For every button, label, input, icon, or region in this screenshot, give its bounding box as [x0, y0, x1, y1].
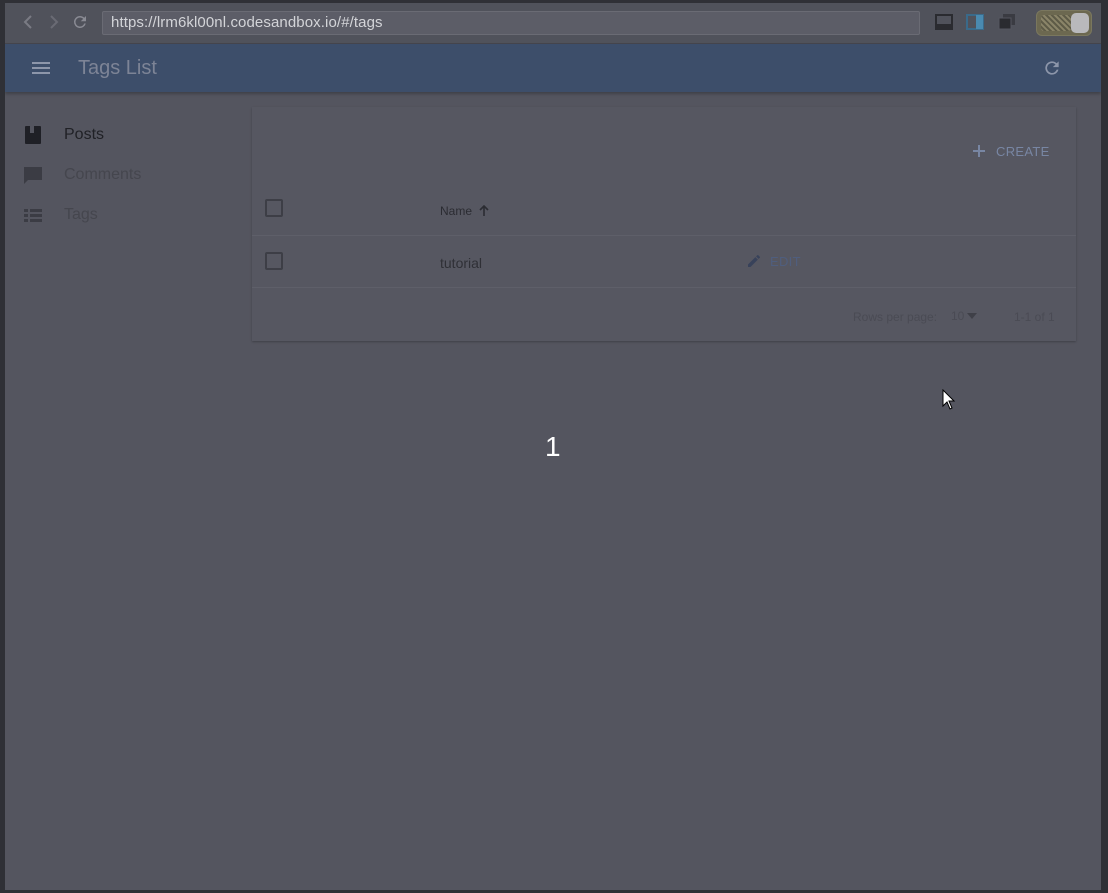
- chat-bubble-icon: [24, 167, 42, 184]
- browser-toolbar: https://lrm6kl00nl.codesandbox.io/#/tags: [5, 3, 1101, 44]
- arrow-up-icon: [479, 205, 489, 216]
- book-icon: [25, 126, 41, 144]
- divider: [252, 287, 1076, 288]
- pagination-range: 1-1 of 1: [1014, 310, 1055, 324]
- rows-per-page-select[interactable]: 10: [951, 309, 978, 323]
- edit-button-label: EDIT: [770, 253, 801, 269]
- window-copy-icon[interactable]: [998, 13, 1016, 31]
- sidebar-item-comments[interactable]: Comments: [23, 163, 141, 187]
- plus-icon: [973, 145, 985, 157]
- forward-button[interactable]: [45, 13, 63, 31]
- create-button-label: CREATE: [996, 143, 1050, 159]
- browser-window: https://lrm6kl00nl.codesandbox.io/#/tags…: [5, 3, 1101, 890]
- refresh-button[interactable]: [1042, 58, 1062, 78]
- sidebar-item-label: Posts: [64, 126, 105, 143]
- chevron-right-icon: [50, 15, 59, 29]
- extension-toggle[interactable]: [1036, 10, 1092, 36]
- page-title: Tags List: [78, 57, 157, 79]
- sidebar-item-label: Tags: [64, 206, 98, 223]
- app-bar: Tags List: [5, 44, 1101, 92]
- chevron-left-icon: [23, 15, 32, 29]
- divider: [252, 235, 1076, 236]
- tags-list-card: CREATE Name tutorial EDIT Rows per page:…: [252, 107, 1076, 341]
- rows-per-page-value: 10: [951, 309, 965, 323]
- reload-button[interactable]: [71, 13, 89, 31]
- rows-per-page-label: Rows per page:: [853, 310, 938, 324]
- row-checkbox[interactable]: [265, 252, 283, 270]
- dropdown-arrow-icon: [967, 313, 978, 319]
- select-all-checkbox[interactable]: [265, 199, 283, 217]
- sidebar-item-tags[interactable]: Tags: [23, 203, 98, 227]
- mouse-cursor-icon: [942, 389, 956, 410]
- dock-side-icon[interactable]: [966, 13, 984, 31]
- reload-icon: [73, 15, 86, 28]
- sidebar-item-label: Comments: [64, 166, 142, 183]
- list-icon: [24, 209, 42, 222]
- row-name-cell: tutorial: [440, 255, 483, 271]
- refresh-icon: [1045, 61, 1059, 75]
- url-input[interactable]: https://lrm6kl00nl.codesandbox.io/#/tags: [102, 11, 920, 35]
- column-header-label: Name: [440, 204, 473, 218]
- column-header-name[interactable]: Name: [440, 204, 490, 218]
- edit-button[interactable]: EDIT: [746, 253, 801, 269]
- hamburger-menu-icon: [32, 62, 50, 74]
- dock-bottom-icon[interactable]: [935, 13, 953, 31]
- create-button[interactable]: CREATE: [972, 141, 1050, 161]
- back-button[interactable]: [19, 13, 37, 31]
- sidebar-item-posts[interactable]: Posts: [23, 123, 104, 147]
- menu-button[interactable]: [31, 58, 51, 78]
- pencil-icon: [748, 254, 761, 267]
- overlay-step-number: 1: [545, 431, 561, 462]
